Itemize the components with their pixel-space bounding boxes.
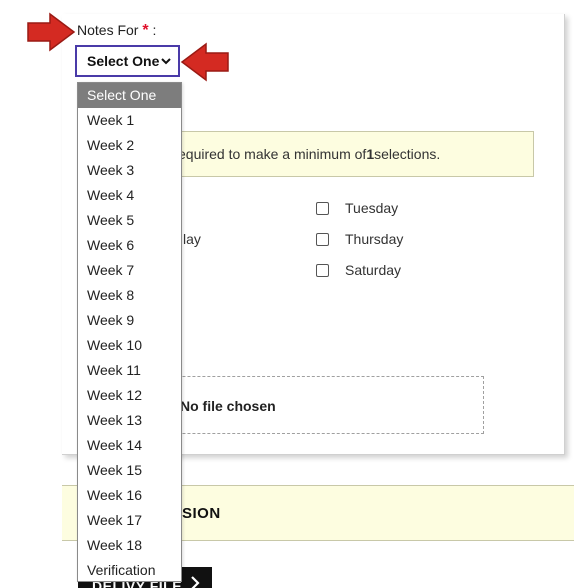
tuesday-checkbox[interactable] xyxy=(316,201,329,215)
dropdown-option[interactable]: Week 12 xyxy=(78,383,181,408)
notice-prefix: equired to make a minimum of xyxy=(178,146,367,162)
dropdown-option[interactable]: Week 15 xyxy=(78,458,181,483)
thursday-label: Thursday xyxy=(345,231,404,247)
dropdown-option[interactable]: Week 6 xyxy=(78,233,181,258)
dropdown-option[interactable]: Week 3 xyxy=(78,158,181,183)
dropdown-option[interactable]: Select One xyxy=(78,83,181,108)
dropdown-option[interactable]: Week 11 xyxy=(78,358,181,383)
chevron-down-icon xyxy=(161,58,171,65)
thursday-checkbox[interactable] xyxy=(316,232,329,246)
file-status: No file chosen xyxy=(180,398,276,414)
chevron-right-icon xyxy=(191,576,200,588)
dropdown-option[interactable]: Verification xyxy=(78,558,181,583)
notice-suffix: selections. xyxy=(374,146,441,162)
dropdown-option[interactable]: Week 8 xyxy=(78,283,181,308)
saturday-label: Saturday xyxy=(345,262,402,278)
dropdown-option[interactable]: Week 16 xyxy=(78,483,181,508)
dropdown-option[interactable]: Week 2 xyxy=(78,133,181,158)
dropdown-option[interactable]: Week 13 xyxy=(78,408,181,433)
notes-for-label: Notes For * : xyxy=(77,22,156,40)
dropdown-option[interactable]: Week 10 xyxy=(78,333,181,358)
dropdown-option[interactable]: Week 1 xyxy=(78,108,181,133)
notes-for-text: Notes For xyxy=(77,22,139,38)
pointer-arrow-icon xyxy=(180,42,229,82)
dropdown-option[interactable]: Week 14 xyxy=(78,433,181,458)
day-option-tuesday[interactable]: Tuesday xyxy=(316,200,398,216)
required-asterisk: * xyxy=(142,22,149,39)
dropdown-option[interactable]: Week 4 xyxy=(78,183,181,208)
notice-count: 1 xyxy=(366,146,375,162)
notes-for-select[interactable]: Select One xyxy=(75,45,180,77)
notes-for-colon: : xyxy=(152,22,157,38)
dropdown-option[interactable]: Week 5 xyxy=(78,208,181,233)
dropdown-option[interactable]: Week 17 xyxy=(78,508,181,533)
dropdown-option[interactable]: Week 9 xyxy=(78,308,181,333)
saturday-checkbox[interactable] xyxy=(316,263,329,277)
day-option-thursday[interactable]: Thursday xyxy=(316,231,403,247)
dropdown-option[interactable]: Week 7 xyxy=(78,258,181,283)
day-option-saturday[interactable]: Saturday xyxy=(316,262,401,278)
select-value: Select One xyxy=(87,53,160,69)
notes-for-dropdown-list[interactable]: Select One Week 1 Week 2 Week 3 Week 4 Week 5… xyxy=(77,82,182,582)
dropdown-option[interactable]: Week 18 xyxy=(78,533,181,558)
tuesday-label: Tuesday xyxy=(345,200,399,216)
day-partial-label: lay xyxy=(183,231,201,247)
session-title: SION xyxy=(182,505,221,522)
pointer-arrow-icon xyxy=(27,12,76,52)
